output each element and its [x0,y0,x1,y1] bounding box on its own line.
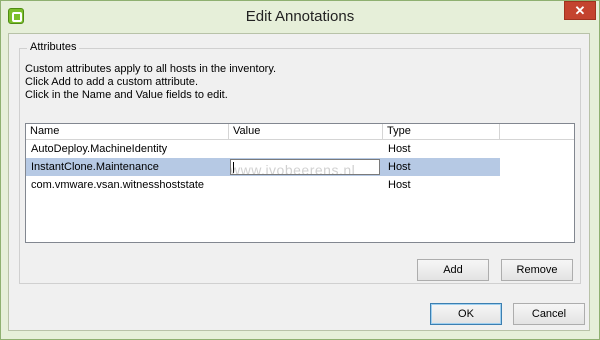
row-name-cell[interactable]: com.vmware.vsan.witnesshoststate [26,176,229,194]
help-line: Click in the Name and Value fields to ed… [25,89,228,101]
ok-button[interactable]: OK [430,303,502,325]
table-header: Name Value Type [26,124,574,140]
table-row[interactable]: com.vmware.vsan.witnesshoststate Host [26,176,574,194]
attributes-legend: Attributes [27,41,80,53]
row-name-cell[interactable]: InstantClone.Maintenance [26,158,229,176]
attributes-group: Attributes Custom attributes apply to al… [19,41,581,284]
title-bar[interactable]: Edit Annotations ✕ [1,1,599,33]
cancel-button[interactable]: Cancel [513,303,585,325]
row-type-cell: Host [388,143,411,155]
column-header-filler [500,124,574,139]
edit-annotations-dialog: Edit Annotations ✕ Attributes Custom att… [0,0,600,340]
dialog-body: Attributes Custom attributes apply to al… [8,33,590,331]
help-line: Click Add to add a custom attribute. [25,76,199,88]
column-header-type[interactable]: Type [383,124,500,139]
value-edit-input[interactable] [230,159,380,175]
help-line: Custom attributes apply to all hosts in … [25,63,277,75]
row-type-cell: Host [388,179,411,191]
text-caret [233,162,234,173]
column-header-value[interactable]: Value [229,124,383,139]
attributes-table[interactable]: Name Value Type AutoDeploy.MachineIdenti… [25,123,575,243]
row-name-cell[interactable]: AutoDeploy.MachineIdentity [26,140,229,158]
table-row-selected[interactable]: InstantClone.Maintenance Host [26,158,574,176]
dialog-title: Edit Annotations [245,8,355,25]
close-button[interactable]: ✕ [564,1,596,20]
row-value-cell[interactable] [229,176,383,194]
remove-button[interactable]: Remove [501,259,573,281]
table-row[interactable]: AutoDeploy.MachineIdentity Host [26,140,574,158]
row-type-cell: Host [383,158,500,176]
add-button[interactable]: Add [417,259,489,281]
help-text: Custom attributes apply to all hosts in … [25,63,276,102]
row-value-cell[interactable] [229,158,383,176]
column-header-name[interactable]: Name [26,124,229,139]
row-value-cell[interactable] [229,140,383,158]
